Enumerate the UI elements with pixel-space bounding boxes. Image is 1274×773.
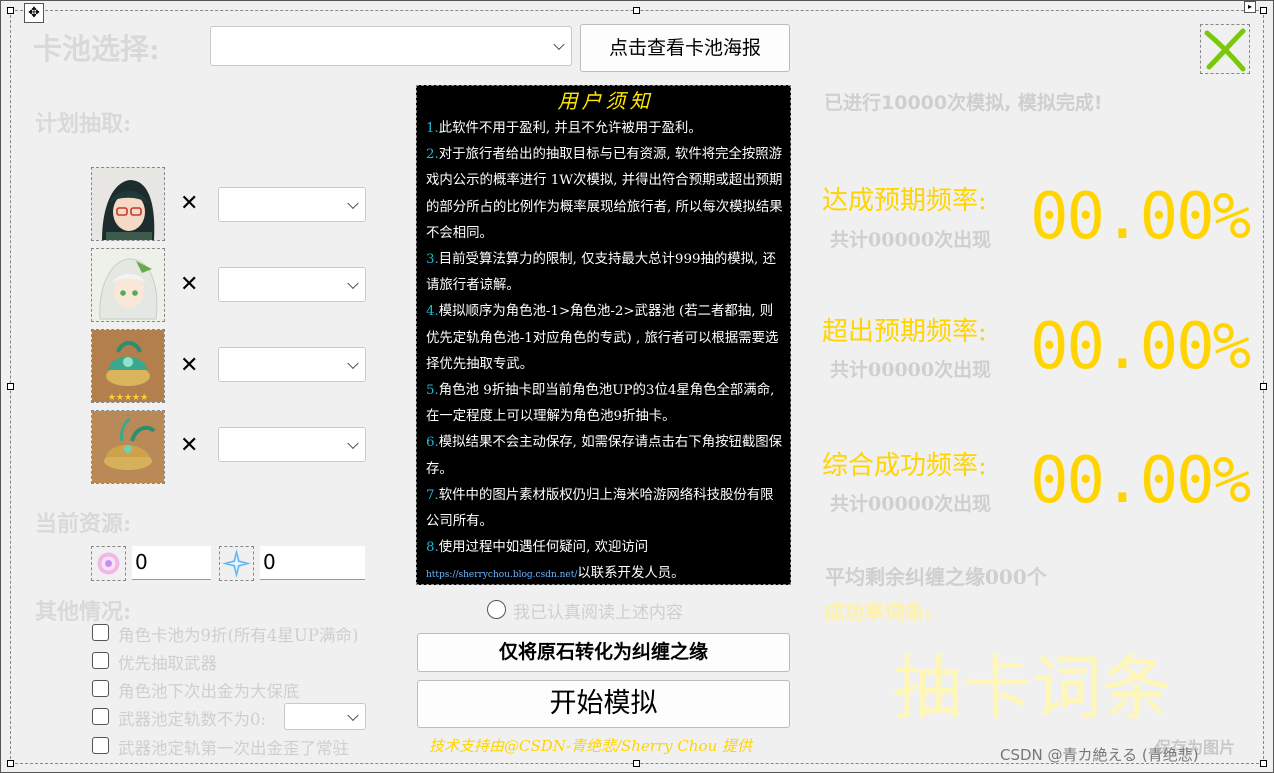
primogem-input[interactable]: 0 xyxy=(260,546,365,580)
smart-tag-icon[interactable]: ▸ xyxy=(1244,1,1256,13)
times-icon: ✕ xyxy=(180,191,199,216)
notice-item: 8.使用过程中如遇任何疑问, 欢迎访问 xyxy=(426,540,649,556)
result-value-meet: 00.00% xyxy=(1030,180,1251,254)
option-label-discount: 角色卡池为9折(所有4星UP满命) xyxy=(118,626,359,645)
notice-item: 5.角色池 9折抽卡即当前角色池UP的3位4星角色全部满命, 在一定程度上可以理… xyxy=(426,383,775,425)
credit-text: 技术支持由@CSDN-青绝悲/Sherry Chou 提供 xyxy=(429,737,753,755)
move-icon[interactable]: ✥ xyxy=(24,3,44,23)
developer-link[interactable]: https://sherrychou.blog.csdn.net/ xyxy=(426,570,577,580)
times-icon: ✕ xyxy=(180,353,199,378)
option-checkbox-discount[interactable] xyxy=(92,624,109,641)
option-label-epitomized: 武器池定轨数不为0: xyxy=(118,710,267,729)
resize-handle-tr[interactable] xyxy=(1260,7,1267,14)
option-label-weapon-first: 优先抽取武器 xyxy=(118,654,217,673)
pool-select-combo[interactable] xyxy=(210,26,572,66)
success-term-label: 成功率词条: xyxy=(824,600,932,624)
resize-handle-right[interactable] xyxy=(1260,383,1267,390)
svg-text:★★★★★: ★★★★★ xyxy=(108,393,148,402)
read-confirm-label: 我已认真阅读上述内容 xyxy=(513,603,683,623)
result-value-overall: 00.00% xyxy=(1030,444,1251,518)
chevron-down-icon xyxy=(347,197,359,209)
notice-item: 3.目前受算法算力的限制, 仅支持最大总计999抽的模拟, 还请旅行者谅解。 xyxy=(426,252,776,294)
result-value-exceed: 00.00% xyxy=(1030,310,1251,384)
notice-item: 1.此软件不用于盈利, 并且不允许被用于盈利。 xyxy=(426,121,702,136)
notice-item: 2.对于旅行者给出的抽取目标与已有资源, 软件将完全按照游戏内公示的概率进行 1… xyxy=(426,147,783,241)
resize-handle-br[interactable] xyxy=(1260,760,1267,767)
chevron-down-icon xyxy=(553,38,565,51)
notice-item: https://sherrychou.blog.csdn.net/以联系开发人员… xyxy=(426,566,685,582)
option-checkbox-epitomized[interactable] xyxy=(92,708,109,725)
resize-handle-left[interactable] xyxy=(7,383,14,390)
option-checkbox-lost-5050[interactable] xyxy=(92,737,109,754)
epitomized-count-combo[interactable] xyxy=(284,703,366,730)
result-count-overall: 共计00000次出现 xyxy=(830,493,992,515)
notice-item: 7.软件中的图片素材版权仍归上海米哈游网络科技股份有限公司所有。 xyxy=(426,487,774,530)
plan-label: 计划抽取: xyxy=(35,111,132,137)
chevron-down-icon xyxy=(347,357,359,369)
resize-handle-top[interactable] xyxy=(633,7,640,14)
notice-item: 4.模拟顺序为角色池-1>角色池-2>武器池 (若二者都抽, 则优先定轨角色池-… xyxy=(426,304,779,372)
weapon-lamp-count-combo[interactable] xyxy=(218,347,366,382)
intertwined-fate-icon xyxy=(91,546,126,581)
resize-handle-bl[interactable] xyxy=(7,760,14,767)
success-term: 抽卡词条 xyxy=(892,647,1172,729)
chevron-down-icon xyxy=(347,277,359,289)
start-simulation-button[interactable]: 开始模拟 xyxy=(417,680,790,728)
other-label: 其他情况: xyxy=(35,599,132,625)
option-label-lost-5050: 武器池定轨第一次出金歪了常驻 xyxy=(118,739,349,758)
nahida-count-combo[interactable] xyxy=(218,267,366,302)
fate-input[interactable]: 0 xyxy=(132,546,211,580)
result-label-exceed: 超出预期频率: xyxy=(822,317,987,347)
result-count-exceed: 共计00000次出现 xyxy=(830,359,992,381)
option-label-guarantee: 角色池下次出金为大保底 xyxy=(118,682,300,701)
user-notice-panel: 用户须知 1.此软件不用于盈利, 并且不允许被用于盈利。 2.对于旅行者给出的抽… xyxy=(416,85,791,585)
simulation-status: 已进行10000次模拟, 模拟完成! xyxy=(824,92,1103,114)
option-checkbox-guarantee[interactable] xyxy=(92,680,109,697)
close-button[interactable] xyxy=(1200,24,1250,74)
resize-handle-bottom[interactable] xyxy=(633,760,640,767)
result-label-overall: 综合成功频率: xyxy=(822,451,987,481)
result-label-meet: 达成预期频率: xyxy=(822,186,987,216)
read-confirm-checkbox[interactable] xyxy=(487,600,506,619)
result-count-meet: 共计00000次出现 xyxy=(830,229,992,251)
pool-select-label: 卡池选择: xyxy=(33,32,160,66)
resize-handle-tl[interactable] xyxy=(7,7,14,14)
weapon-lamp2-avatar xyxy=(91,410,165,484)
weapon-lamp2-count-combo[interactable] xyxy=(218,427,366,462)
times-icon: ✕ xyxy=(180,272,199,297)
option-checkbox-weapon-first[interactable] xyxy=(92,652,109,669)
xiao-count-combo[interactable] xyxy=(218,187,366,222)
primogem-icon xyxy=(219,546,254,581)
close-icon xyxy=(1204,28,1246,72)
remaining-fates: 平均剩余纠缠之缘000个 xyxy=(825,565,1047,589)
nahida-avatar xyxy=(91,248,165,322)
notice-title: 用户须知 xyxy=(557,89,654,113)
weapon-lamp-avatar: ★★★★★ xyxy=(91,329,165,403)
resources-label: 当前资源: xyxy=(35,511,132,537)
view-poster-button[interactable]: 点击查看卡池海报 xyxy=(580,24,790,72)
notice-item: 6.模拟结果不会主动保存, 如需保存请点击右下角按钮截图保存。 xyxy=(426,435,783,477)
times-icon: ✕ xyxy=(180,433,199,458)
convert-primogem-button[interactable]: 仅将原石转化为纠缠之缘 xyxy=(417,633,790,672)
csdn-watermark: CSDN @青カ絶える (青绝悲) xyxy=(1000,746,1199,764)
chevron-down-icon xyxy=(347,709,359,721)
xiao-avatar xyxy=(91,167,165,241)
chevron-down-icon xyxy=(347,437,359,449)
